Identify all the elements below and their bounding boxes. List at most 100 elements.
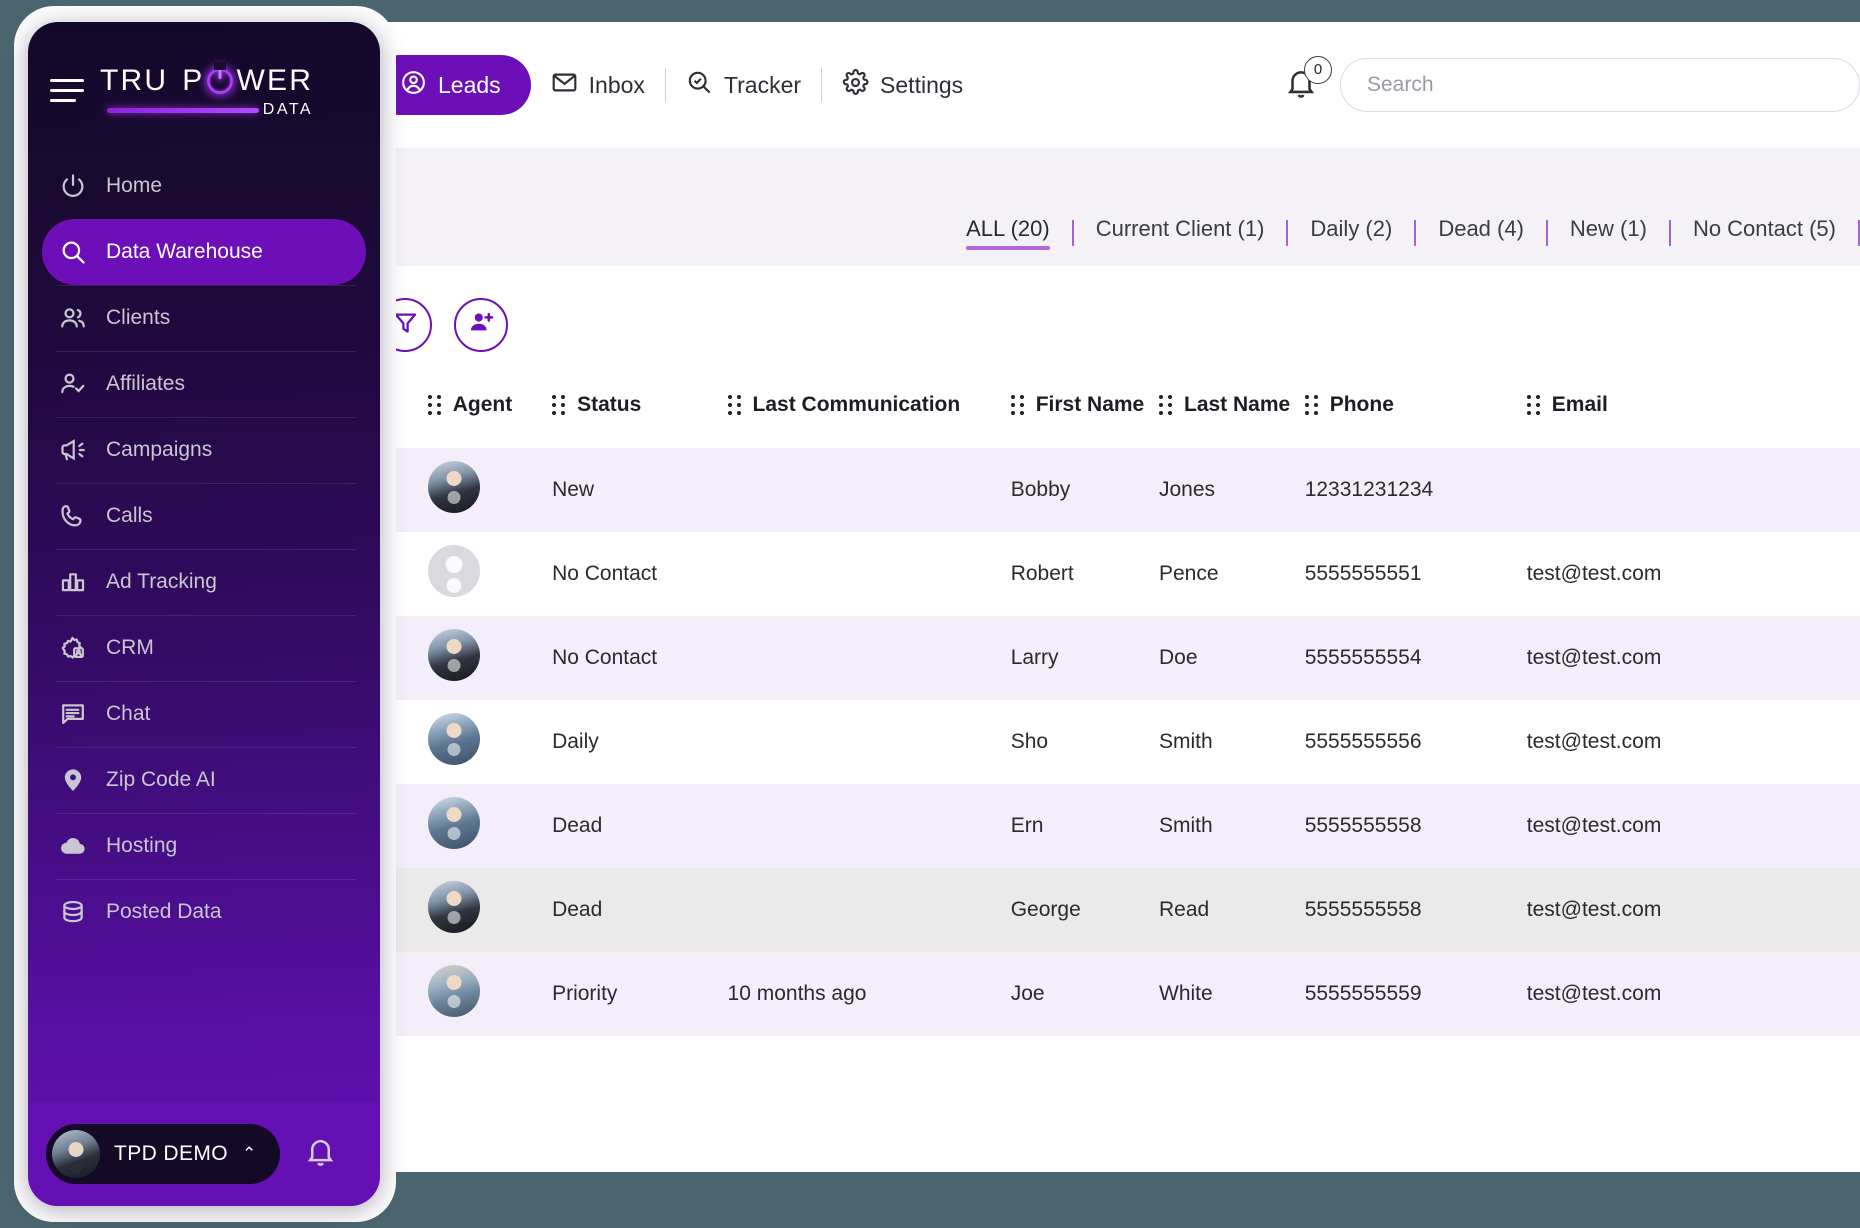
last-name-cell: Smith <box>1159 730 1213 753</box>
sidebar-item-ad-tracking[interactable]: Ad Tracking <box>42 549 366 615</box>
last-name-cell: Smith <box>1159 784 1305 868</box>
drag-handle-icon[interactable] <box>427 395 441 415</box>
drag-handle-icon[interactable] <box>552 395 566 415</box>
last-communication-cell <box>727 616 1011 700</box>
table-row[interactable]: Dead George Read 5555555558 test@test.co… <box>350 868 1860 952</box>
table-row[interactable]: Daily Sho Smith 5555555556 test@test.com <box>350 700 1860 784</box>
column-label: Email <box>1551 393 1608 416</box>
top-right-controls: 0 <box>1284 55 1860 112</box>
sidebar-header: TRU P WER DATA <box>28 22 380 119</box>
email-cell <box>1526 448 1860 532</box>
agent-cell <box>427 700 552 784</box>
filter-tab-dead[interactable]: Dead (4) <box>1416 216 1546 250</box>
map-pin-icon <box>58 765 88 795</box>
avatar <box>427 713 480 765</box>
filter-tab-current-client[interactable]: Current Client (1) <box>1074 216 1287 250</box>
sidebar-item-chat[interactable]: Chat <box>42 681 366 747</box>
sidebar-item-label: Affiliates <box>106 372 185 395</box>
bar-chart-icon <box>58 567 88 597</box>
sidebar-notifications-button[interactable] <box>304 1135 337 1173</box>
logo-text-wer: WER <box>236 64 314 97</box>
avatar <box>427 629 480 681</box>
table-row[interactable]: Priority 10 months ago Joe White 5555555… <box>350 952 1860 1036</box>
status-cell: Priority <box>552 952 728 1036</box>
chevron-up-icon: ⌃ <box>242 1144 257 1163</box>
search-input[interactable] <box>1367 73 1833 97</box>
add-lead-button[interactable] <box>454 298 508 352</box>
column-header-last-name[interactable]: Last Name <box>1159 374 1305 448</box>
column-label: Last Name <box>1184 393 1291 416</box>
status-cell: New <box>552 448 728 532</box>
filter-tab-new[interactable]: New (1) <box>1548 216 1669 250</box>
phone-cell: 12331231234 <box>1304 448 1527 532</box>
search-box[interactable] <box>1340 58 1860 112</box>
avatar <box>427 797 480 849</box>
bell-icon <box>304 1135 337 1173</box>
sidebar-item-label: Zip Code AI <box>106 768 216 791</box>
table-row[interactable]: New Bobby Jones 12331231234 <box>350 448 1860 532</box>
filter-tab-daily[interactable]: Daily (2) <box>1288 216 1414 250</box>
sidebar-item-campaigns[interactable]: Campaigns <box>42 417 366 483</box>
first-name-cell: Joe <box>1010 952 1159 1036</box>
table-row[interactable]: No Contact Robert Pence 5555555551 test@… <box>350 532 1860 616</box>
sidebar-item-clients[interactable]: Clients <box>42 285 366 351</box>
phone-cell: 5555555554 <box>1304 616 1527 700</box>
sidebar-item-home[interactable]: Home <box>42 153 366 219</box>
last-name-cell: Pence <box>1159 562 1219 585</box>
status-filter-strip: ALL (20) Current Client (1) Daily (2) De… <box>330 148 1860 266</box>
drag-handle-icon[interactable] <box>1526 395 1540 415</box>
sidebar-item-hosting[interactable]: Hosting <box>42 813 366 879</box>
sidebar-item-zip-code-ai[interactable]: Zip Code AI <box>42 747 366 813</box>
add-user-icon <box>468 309 495 341</box>
status-cell: No Contact <box>552 616 728 700</box>
sidebar-item-label: Chat <box>106 702 151 725</box>
sidebar-item-affiliates[interactable]: Affiliates <box>42 351 366 417</box>
table-body: New Bobby Jones 12331231234 No Contact R… <box>350 448 1860 1036</box>
drag-handle-icon[interactable] <box>1304 395 1318 415</box>
sidebar: TRU P WER DATA Home Data Warehouse Clien… <box>28 22 380 1206</box>
leads-table-panel: Agent Status Last Communication First Na… <box>350 274 1860 1172</box>
drag-handle-icon[interactable] <box>727 395 741 415</box>
column-header-agent[interactable]: Agent <box>427 374 552 448</box>
table-row[interactable]: No Contact Larry Doe 5555555554 test@tes… <box>350 616 1860 700</box>
sidebar-item-calls[interactable]: Calls <box>42 483 366 549</box>
avatar <box>427 461 480 513</box>
notifications-button[interactable]: 0 <box>1284 55 1332 105</box>
sidebar-item-crm[interactable]: CRM <box>42 615 366 681</box>
last-communication-cell: 10 months ago <box>727 952 1011 1036</box>
filter-tab-no-contact[interactable]: No Contact (5) <box>1671 216 1858 250</box>
column-header-email[interactable]: Email <box>1526 374 1860 448</box>
phone-cell: 5555555559 <box>1304 952 1527 1036</box>
column-header-last-communication[interactable]: Last Communication <box>727 374 1011 448</box>
envelope-icon <box>551 69 578 102</box>
database-icon <box>58 897 88 927</box>
sidebar-item-data-warehouse[interactable]: Data Warehouse <box>42 219 366 285</box>
drag-handle-icon[interactable] <box>1159 395 1172 415</box>
logo-text-p: P <box>182 64 205 97</box>
user-account-menu[interactable]: TPD DEMO ⌃ <box>46 1124 281 1184</box>
column-header-phone[interactable]: Phone <box>1304 374 1527 448</box>
table-action-bar <box>350 274 1860 352</box>
table-header-row: Agent Status Last Communication First Na… <box>350 374 1860 448</box>
column-header-first-name[interactable]: First Name <box>1010 374 1159 448</box>
avatar <box>427 881 480 933</box>
sidebar-item-posted-data[interactable]: Posted Data <box>42 879 366 945</box>
hamburger-menu-icon[interactable] <box>50 79 84 102</box>
first-name-cell: Larry <box>1010 616 1159 700</box>
last-communication-cell <box>727 448 1011 532</box>
column-header-status[interactable]: Status <box>552 374 727 448</box>
drag-handle-icon[interactable] <box>1010 395 1024 415</box>
table-row[interactable]: Dead Ern Smith 5555555558 test@test.com <box>350 784 1860 868</box>
filter-tab-all[interactable]: ALL (20) <box>944 216 1072 250</box>
last-communication-cell <box>728 700 1011 784</box>
tab-tracker[interactable]: Tracker <box>666 55 821 115</box>
logo-text-data: DATA <box>262 101 314 118</box>
gear-icon <box>842 68 869 102</box>
sidebar-item-label: Calls <box>106 504 153 527</box>
phone-icon <box>58 501 88 531</box>
tab-inbox[interactable]: Inbox <box>531 55 665 115</box>
cloud-icon <box>58 831 88 861</box>
last-name-cell: White <box>1159 952 1305 1036</box>
chat-icon <box>58 699 88 729</box>
tab-settings[interactable]: Settings <box>822 55 983 115</box>
